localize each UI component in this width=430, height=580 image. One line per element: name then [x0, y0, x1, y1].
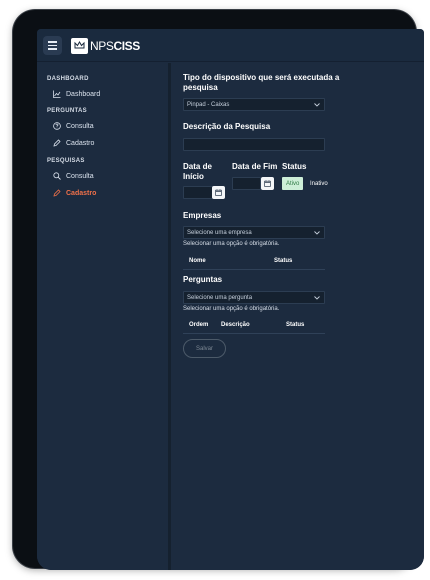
questions-label: Perguntas	[183, 275, 223, 284]
end-date-input[interactable]	[232, 177, 261, 190]
sidebar-item-label: Dashboard	[66, 90, 101, 98]
chevron-down-icon	[314, 102, 320, 107]
start-date-label: Data de Início	[183, 162, 212, 181]
device-type-select[interactable]: Pinpad - Caixas	[183, 98, 325, 111]
companies-col-name: Nome	[189, 258, 206, 264]
companies-label: Empresas	[183, 211, 222, 220]
companies-placeholder: Selecione uma empresa	[187, 229, 252, 236]
sidebar-item-label: Cadastro	[66, 189, 97, 197]
sidebar-item-label: Consulta	[66, 172, 94, 180]
questions-placeholder: Selecione uma pergunta	[187, 294, 253, 301]
sidebar-item-perguntas-cadastro[interactable]: Cadastro	[53, 139, 94, 147]
chevron-down-icon	[314, 230, 320, 235]
pencil-icon	[53, 139, 61, 147]
logo-crown-icon	[71, 37, 88, 54]
main-content: Tipo do dispositivo que será executada a…	[177, 63, 424, 570]
sidebar-section-perguntas: PERGUNTAS	[47, 108, 87, 114]
logo-prefix: NPS	[90, 38, 114, 53]
logo-suffix: CISS	[113, 38, 140, 53]
description-input[interactable]	[183, 138, 325, 151]
chevron-down-icon	[314, 295, 320, 300]
chart-line-icon	[53, 90, 61, 98]
start-date-input[interactable]	[183, 186, 213, 199]
status-inactive-option[interactable]: Inativo	[310, 181, 328, 187]
questions-table-divider	[183, 333, 325, 334]
tablet-frame: NPSCISS DASHBOARD Dashboard PERGUNTAS Co…	[13, 10, 424, 570]
calendar-icon	[264, 180, 271, 187]
top-bar: NPSCISS	[37, 29, 424, 62]
questions-col-description: Descrição	[221, 322, 250, 328]
sidebar-item-pesquisas-consulta[interactable]: Consulta	[53, 172, 94, 180]
sidebar-section-dashboard: DASHBOARD	[47, 76, 89, 82]
logo-text: NPSCISS	[90, 39, 140, 53]
sidebar-item-perguntas-consulta[interactable]: Consulta	[53, 122, 94, 130]
sidebar-item-label: Cadastro	[66, 139, 95, 147]
sidebar: DASHBOARD Dashboard PERGUNTAS Consulta C…	[37, 63, 171, 570]
menu-line	[48, 41, 57, 43]
questions-hint: Selecionar uma opção é obrigatória.	[183, 306, 280, 312]
companies-select[interactable]: Selecione uma empresa	[183, 226, 325, 239]
save-button[interactable]: Salvar	[183, 339, 226, 358]
app-screen: NPSCISS DASHBOARD Dashboard PERGUNTAS Co…	[37, 29, 424, 570]
calendar-icon	[215, 189, 222, 196]
status-active-option[interactable]: Ativo	[282, 177, 304, 190]
device-type-value: Pinpad - Caixas	[187, 101, 230, 108]
companies-col-status: Status	[274, 258, 293, 264]
help-circle-icon	[53, 122, 61, 130]
menu-line	[48, 44, 57, 47]
questions-select[interactable]: Selecione uma pergunta	[183, 291, 325, 304]
end-date-label: Data de Fim	[232, 162, 278, 171]
device-type-label: Tipo do dispositivo que será executada a…	[183, 73, 340, 92]
pencil-icon	[53, 189, 61, 197]
sidebar-item-label: Consulta	[66, 122, 94, 130]
companies-table-divider	[183, 269, 325, 270]
questions-col-order: Ordem	[189, 322, 209, 328]
menu-line	[48, 48, 57, 50]
companies-hint: Selecionar uma opção é obrigatória.	[183, 241, 280, 247]
sidebar-item-dashboard[interactable]: Dashboard	[53, 90, 100, 98]
hamburger-menu-button[interactable]	[43, 36, 62, 55]
description-label: Descrição da Pesquisa	[183, 122, 271, 131]
search-icon	[53, 172, 61, 180]
end-date-calendar-button[interactable]	[261, 177, 274, 190]
status-label: Status	[282, 162, 307, 171]
questions-col-status: Status	[286, 322, 305, 328]
sidebar-section-pesquisas: PESQUISAS	[47, 158, 85, 164]
start-date-calendar-button[interactable]	[212, 186, 225, 199]
sidebar-item-pesquisas-cadastro[interactable]: Cadastro	[53, 189, 96, 197]
app-logo[interactable]: NPSCISS	[71, 37, 140, 54]
